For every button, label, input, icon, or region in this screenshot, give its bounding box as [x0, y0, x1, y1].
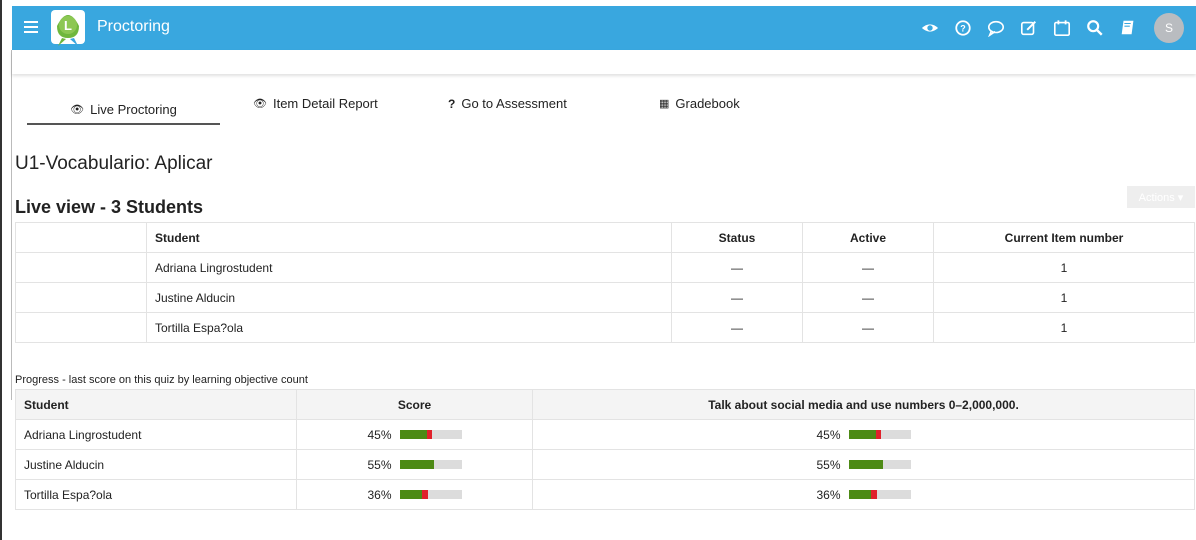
grid-icon: ▦: [659, 98, 670, 110]
objective-score-value: 45%: [816, 427, 841, 442]
objective-bar: [848, 490, 911, 499]
table-header-row: Student Score Talk about social media an…: [15, 389, 1195, 420]
active-cell: —: [802, 312, 934, 343]
table-row: Justine Alducin — — 1: [15, 282, 1195, 313]
app-logo[interactable]: L: [48, 8, 88, 48]
active-cell: —: [802, 282, 934, 313]
tab-label: Go to Assessment: [461, 96, 567, 111]
window-edge-inner: [11, 50, 12, 400]
tab-label: Gradebook: [675, 96, 740, 111]
progress-caption: Progress - last score on this quiz by le…: [15, 374, 308, 386]
score-cell: 36%: [296, 479, 533, 510]
column-header-current-item: Current Item number: [933, 222, 1195, 253]
column-header-objective: Talk about social media and use numbers …: [532, 389, 1195, 420]
current-item-cell: 1: [933, 282, 1195, 313]
search-icon[interactable]: [1078, 17, 1111, 39]
actions-button[interactable]: Actions ▾: [1127, 186, 1195, 208]
table-header-row: Student Status Active Current Item numbe…: [15, 222, 1195, 253]
score-cell: 55%: [296, 449, 533, 480]
svg-text:L: L: [64, 18, 72, 33]
column-header-student: Student: [15, 389, 297, 420]
table-row: Adriana Lingrostudent 45% 45%: [15, 419, 1195, 450]
objective-cell: 55%: [532, 449, 1195, 480]
table-row: Tortilla Espa?ola — — 1: [15, 312, 1195, 343]
toolbar-icons: ?: [913, 17, 1144, 39]
status-cell: —: [671, 252, 803, 283]
score-value: 55%: [367, 457, 392, 472]
app-title: Proctoring: [97, 18, 170, 35]
book-icon[interactable]: [1111, 17, 1144, 39]
svg-text:?: ?: [960, 24, 966, 34]
assessment-title: U1-Vocabulario: Aplicar: [15, 153, 213, 174]
table-row: Adriana Lingrostudent — — 1: [15, 252, 1195, 283]
column-header: [15, 222, 147, 253]
tab-go-to-assessment[interactable]: ? Go to Assessment: [448, 96, 567, 111]
tab-label: Live Proctoring: [90, 102, 177, 117]
tab-gradebook[interactable]: ▦ Gradebook: [659, 96, 740, 111]
active-cell: —: [802, 252, 934, 283]
window-edge: [0, 0, 2, 540]
chat-icon[interactable]: [979, 17, 1012, 39]
student-name: Justine Alducin: [146, 282, 672, 313]
question-icon: ?: [448, 96, 456, 111]
row-spacer-cell: [15, 252, 147, 283]
status-cell: —: [671, 282, 803, 313]
score-cell: 45%: [296, 419, 533, 450]
status-cell: —: [671, 312, 803, 343]
menu-icon[interactable]: [24, 21, 38, 35]
help-icon[interactable]: ?: [946, 17, 979, 39]
live-students-table: Student Status Active Current Item numbe…: [15, 222, 1195, 343]
objective-score-value: 36%: [816, 487, 841, 502]
student-name: Tortilla Espa?ola: [15, 479, 297, 510]
score-value: 45%: [367, 427, 392, 442]
eye-icon: 👁: [253, 98, 267, 110]
table-row: Tortilla Espa?ola 36% 36%: [15, 479, 1195, 510]
current-item-cell: 1: [933, 312, 1195, 343]
top-navbar: L Proctoring ? S: [12, 6, 1196, 50]
row-spacer-cell: [15, 312, 147, 343]
objective-cell: 45%: [532, 419, 1195, 450]
score-value: 36%: [367, 487, 392, 502]
score-bar: [399, 490, 462, 499]
student-name: Justine Alducin: [15, 449, 297, 480]
objective-cell: 36%: [532, 479, 1195, 510]
edit-icon[interactable]: [1012, 17, 1045, 39]
column-header-score: Score: [296, 389, 533, 420]
objective-bar: [848, 460, 911, 469]
progress-table: Student Score Talk about social media an…: [15, 389, 1195, 510]
score-bar: [399, 460, 462, 469]
column-header-status: Status: [671, 222, 803, 253]
tab-live-proctoring[interactable]: 👁 Live Proctoring: [27, 96, 220, 125]
objective-bar: [848, 430, 911, 439]
column-header-active: Active: [802, 222, 934, 253]
current-item-cell: 1: [933, 252, 1195, 283]
student-name: Adriana Lingrostudent: [15, 419, 297, 450]
avatar[interactable]: S: [1154, 13, 1184, 43]
column-header-student: Student: [146, 222, 672, 253]
score-bar: [399, 430, 462, 439]
eye-icon[interactable]: [913, 17, 946, 39]
live-view-title: Live view - 3 Students: [15, 197, 204, 217]
sub-header: [12, 50, 1196, 74]
tab-label: Item Detail Report: [272, 96, 378, 111]
eye-icon: 👁: [70, 104, 85, 116]
tab-item-detail-report[interactable]: 👁 Item Detail Report: [253, 96, 378, 111]
objective-score-value: 55%: [816, 457, 841, 472]
student-name: Adriana Lingrostudent: [146, 252, 672, 283]
student-name: Tortilla Espa?ola: [146, 312, 672, 343]
calendar-icon[interactable]: [1045, 17, 1078, 39]
table-row: Justine Alducin 55% 55%: [15, 449, 1195, 480]
row-spacer-cell: [15, 282, 147, 313]
